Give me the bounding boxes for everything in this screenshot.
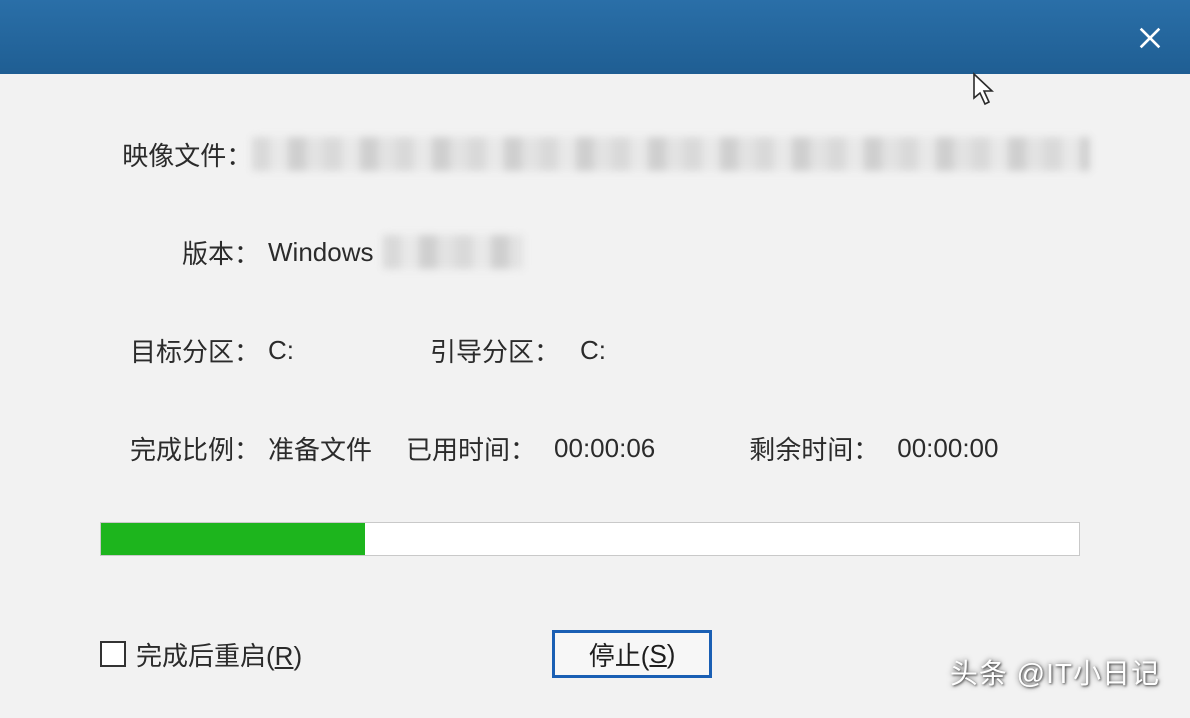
completion-ratio-label: 完成比例： bbox=[100, 430, 260, 467]
progress-bar-fill bbox=[101, 523, 365, 555]
image-file-value-redacted bbox=[252, 137, 1090, 171]
boot-partition-pair: 引导分区： C: bbox=[430, 332, 606, 369]
boot-partition-value: C: bbox=[580, 335, 606, 366]
row-version: 版本： Windows bbox=[100, 232, 1090, 272]
titlebar bbox=[0, 0, 1190, 74]
target-partition-label: 目标分区： bbox=[100, 332, 260, 369]
dialog-content: 映像文件： 版本： Windows 目标分区： C: 引导分区： C: 完成比例… bbox=[0, 74, 1190, 718]
row-progress-info: 完成比例： 准备文件 已用时间： 00:00:06 剩余时间： 00:00:00 bbox=[100, 428, 1090, 468]
completion-ratio-value: 准备文件 bbox=[268, 430, 372, 467]
target-partition-value: C: bbox=[268, 335, 294, 366]
elapsed-time-pair: 已用时间： 00:00:06 bbox=[406, 430, 655, 467]
restart-checkbox-label: 完成后重启(R) bbox=[136, 636, 302, 673]
version-label: 版本： bbox=[100, 234, 260, 271]
progress-bar bbox=[100, 522, 1080, 556]
restart-checkbox[interactable] bbox=[100, 641, 126, 667]
completion-ratio-pair: 完成比例： 准备文件 bbox=[100, 430, 372, 467]
boot-partition-label: 引导分区： bbox=[430, 332, 560, 369]
close-button[interactable] bbox=[1128, 16, 1172, 60]
remaining-time-label: 剩余时间： bbox=[749, 430, 879, 467]
target-partition-pair: 目标分区： C: bbox=[100, 332, 294, 369]
row-image-file: 映像文件： bbox=[100, 134, 1090, 174]
version-value-redacted bbox=[383, 235, 523, 269]
footer-row: 完成后重启(R) 停止(S) bbox=[100, 630, 1090, 678]
elapsed-time-value: 00:00:06 bbox=[554, 433, 655, 464]
stop-button[interactable]: 停止(S) bbox=[552, 630, 712, 678]
version-value: Windows bbox=[268, 237, 373, 268]
close-icon bbox=[1136, 24, 1164, 52]
image-file-label: 映像文件： bbox=[100, 136, 252, 173]
remaining-time-pair: 剩余时间： 00:00:00 bbox=[749, 430, 998, 467]
row-partitions: 目标分区： C: 引导分区： C: bbox=[100, 330, 1090, 370]
remaining-time-value: 00:00:00 bbox=[897, 433, 998, 464]
restart-checkbox-wrap[interactable]: 完成后重启(R) bbox=[100, 636, 302, 673]
elapsed-time-label: 已用时间： bbox=[406, 430, 536, 467]
